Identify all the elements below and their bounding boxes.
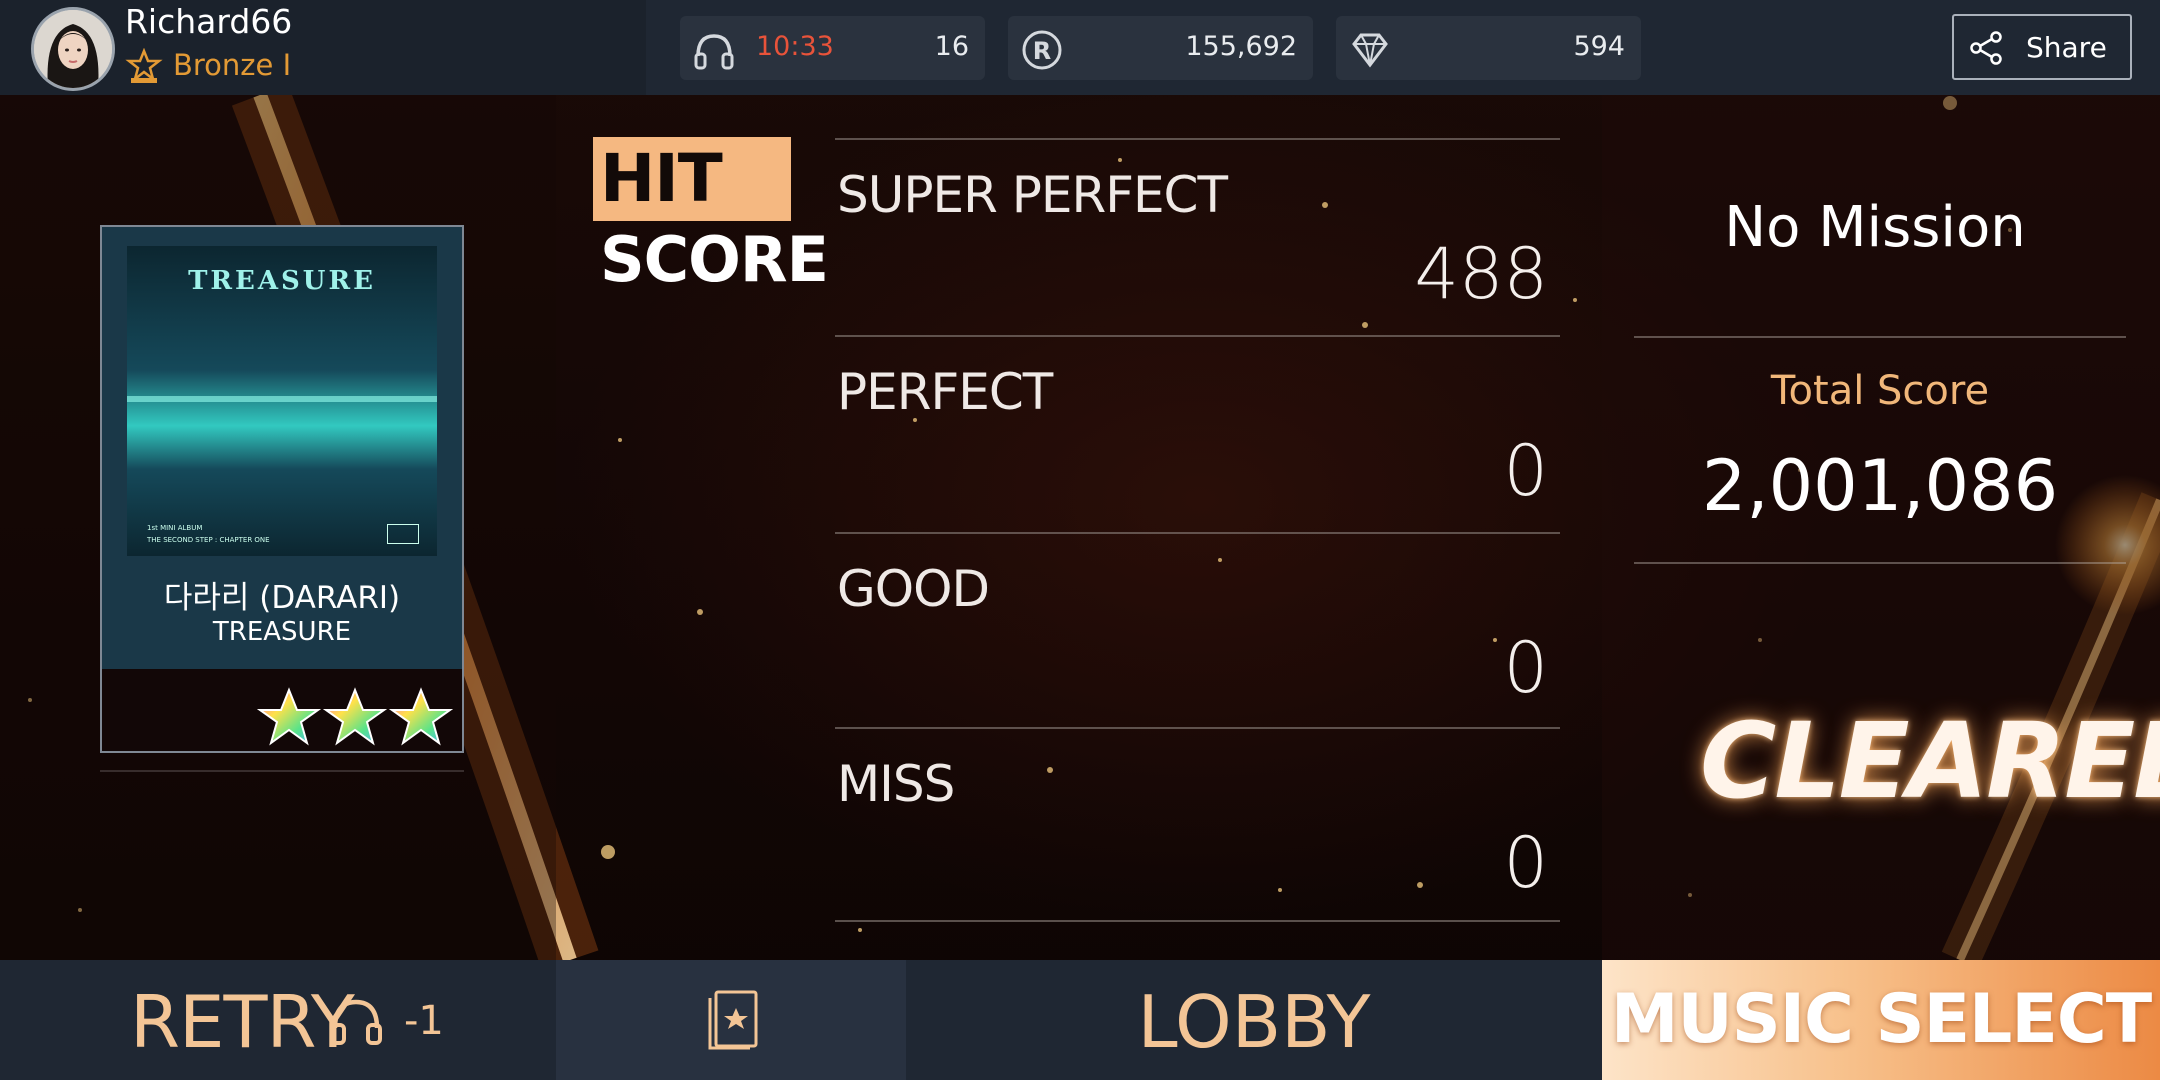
row-separator xyxy=(835,335,1560,337)
bronze-rank-icon xyxy=(125,48,163,83)
divider xyxy=(1634,562,2126,564)
total-score-value: 2,001,086 xyxy=(1701,445,2059,527)
retry-button[interactable]: RETRY -1 xyxy=(0,960,556,1080)
score-label: SCORE xyxy=(600,223,829,296)
divider xyxy=(1634,336,2126,338)
music-select-button[interactable]: MUSIC SELECT xyxy=(1602,960,2160,1080)
hit-row-super-perfect: SUPER PERFECT 488 xyxy=(835,138,1560,336)
row-separator xyxy=(835,532,1560,534)
avatar[interactable] xyxy=(31,7,115,91)
diamond-icon xyxy=(1352,33,1388,68)
lobby-label: LOBBY xyxy=(1137,980,1371,1064)
rank-label: Bronze I xyxy=(173,48,292,82)
song-artist: TREASURE xyxy=(212,617,352,647)
headphones-stat[interactable]: 10:33 16 xyxy=(680,16,985,80)
hit-row-good: GOOD 0 xyxy=(835,532,1560,730)
headphones-timer: 10:33 xyxy=(756,31,834,62)
album-cover-line2: THE SECOND STEP : CHAPTER ONE xyxy=(147,536,270,544)
cleared-status: CLEARED xyxy=(1700,700,2160,822)
hit-name: PERFECT xyxy=(837,363,1053,421)
mission-label: No Mission xyxy=(1724,195,2026,260)
album-cover-mark xyxy=(387,524,419,544)
lobby-button[interactable]: LOBBY xyxy=(906,960,1602,1080)
top-bar: Richard66 Bronze I 10:33 16 R 155,692 59… xyxy=(0,0,2160,95)
hit-row-miss: MISS 0 xyxy=(835,727,1560,925)
headphones-icon xyxy=(694,34,734,70)
favorite-button[interactable] xyxy=(556,960,906,1080)
star-icon xyxy=(256,687,322,746)
r-currency-value: 155,692 xyxy=(1185,31,1297,62)
album-card-reflection xyxy=(100,770,464,818)
share-icon xyxy=(1970,31,2002,65)
total-score-label: Total Score xyxy=(1770,368,1990,414)
music-select-label: MUSIC SELECT xyxy=(1610,980,2152,1059)
profile-block[interactable]: Richard66 Bronze I xyxy=(0,0,646,95)
hit-label: HIT xyxy=(600,140,723,217)
album-cover-brand: TREASURE xyxy=(188,266,376,296)
hit-name: MISS xyxy=(837,755,955,813)
share-label: Share xyxy=(2026,31,2107,64)
album-cover: TREASURE 1st MINI ALBUM THE SECOND STEP … xyxy=(127,246,437,556)
star-icon xyxy=(388,687,454,746)
headphones-count: 16 xyxy=(934,31,969,62)
diamond-stat[interactable]: 594 xyxy=(1336,16,1641,80)
album-card: TREASURE 1st MINI ALBUM THE SECOND STEP … xyxy=(100,225,464,753)
result-screen: Richard66 Bronze I 10:33 16 R 155,692 59… xyxy=(0,0,2160,1080)
r-coin-icon: R xyxy=(1022,30,1062,70)
hit-name: GOOD xyxy=(837,560,990,618)
album-cover-line1: 1st MINI ALBUM xyxy=(147,524,203,532)
retry-cost: -1 xyxy=(404,998,444,1044)
hit-count: 0 xyxy=(1503,627,1548,709)
headphones-icon xyxy=(330,999,382,1045)
hit-count: 0 xyxy=(1503,430,1548,512)
hit-row-perfect: PERFECT 0 xyxy=(835,335,1560,533)
song-title: 다라리 (DARARI) xyxy=(163,580,401,616)
album-cover-glow xyxy=(127,396,437,402)
row-separator xyxy=(835,727,1560,729)
row-separator xyxy=(835,920,1560,922)
favorite-card-icon xyxy=(708,990,758,1050)
hit-name: SUPER PERFECT xyxy=(837,166,1228,224)
hit-count: 0 xyxy=(1503,822,1548,904)
retry-label: RETRY xyxy=(130,980,355,1064)
star-rating xyxy=(256,687,454,746)
username: Richard66 xyxy=(125,2,293,41)
diamond-value: 594 xyxy=(1573,31,1625,62)
svg-text:R: R xyxy=(1033,37,1051,65)
r-currency-stat[interactable]: R 155,692 xyxy=(1008,16,1313,80)
row-separator xyxy=(835,138,1560,140)
hit-count: 488 xyxy=(1414,233,1548,315)
star-icon xyxy=(322,687,388,746)
share-button[interactable]: Share xyxy=(1952,14,2132,80)
